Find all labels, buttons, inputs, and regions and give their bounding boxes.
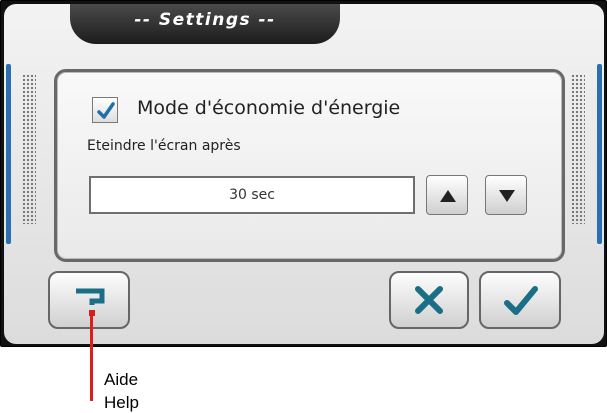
help-button[interactable] <box>48 271 130 329</box>
callout-label-2: Help <box>104 393 139 412</box>
arrow-down-icon <box>499 190 515 202</box>
cancel-button[interactable] <box>389 271 469 329</box>
increase-button[interactable] <box>426 175 468 215</box>
page-title: -- Settings -- <box>134 10 276 30</box>
title-bar: -- Settings -- <box>4 4 604 46</box>
right-grip-dots <box>571 74 585 224</box>
power-saving-checkbox[interactable] <box>92 97 118 123</box>
title-tab: -- Settings -- <box>70 4 340 44</box>
checkmark-icon <box>504 286 538 315</box>
power-saving-label: Mode d'économie d'énergie <box>137 97 401 119</box>
device-frame: -- Settings -- Mode d'économie d'énergie… <box>0 0 607 347</box>
timeout-value-field[interactable]: 30 sec <box>89 176 415 214</box>
arrow-up-icon <box>440 190 456 202</box>
screen-off-label: Eteindre l'écran après <box>87 138 241 154</box>
screen: -- Settings -- Mode d'économie d'énergie… <box>4 4 604 344</box>
checkmark-icon <box>97 102 115 119</box>
left-grip-dots <box>22 74 36 224</box>
left-accent-bar <box>6 64 11 244</box>
settings-panel: Mode d'économie d'énergie Eteindre l'écr… <box>54 69 565 262</box>
callout-line <box>90 314 93 401</box>
cancel-x-icon <box>415 286 443 314</box>
callout-label: Aide <box>104 370 139 389</box>
ok-button[interactable] <box>479 271 561 329</box>
decrease-button[interactable] <box>485 175 527 215</box>
right-accent-bar <box>597 64 602 244</box>
